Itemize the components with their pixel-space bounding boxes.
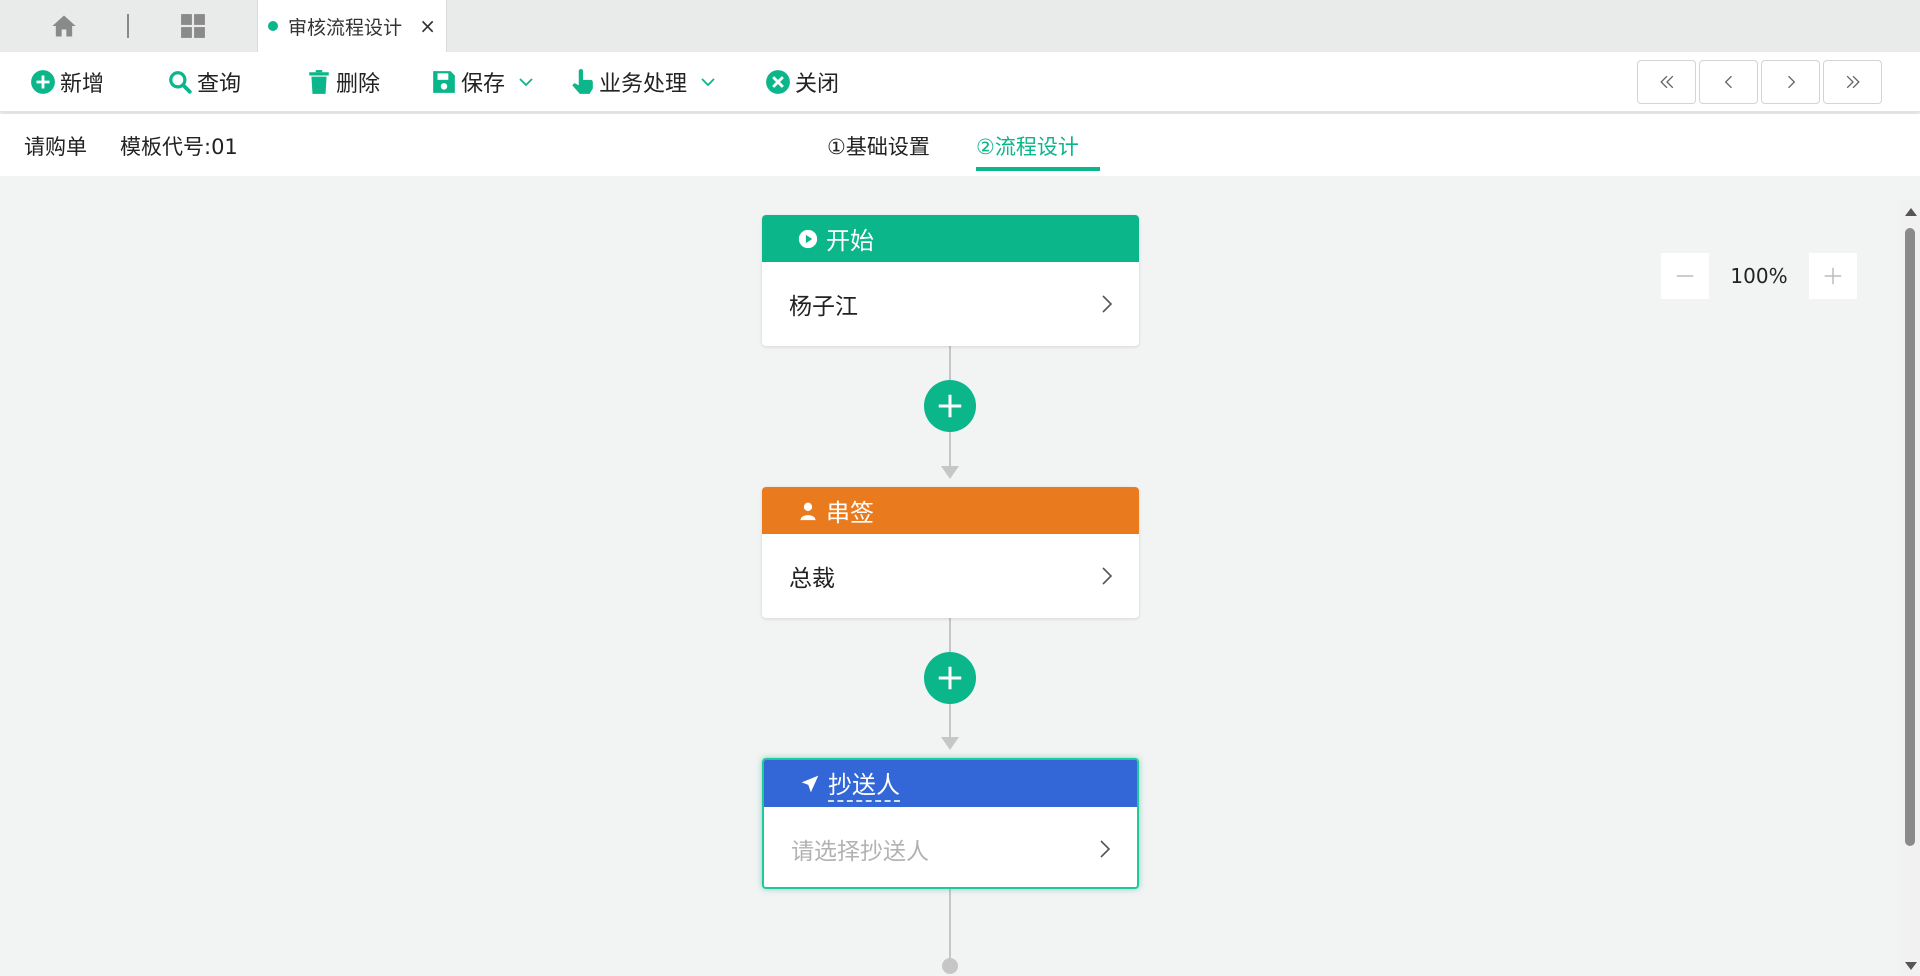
first-page-button[interactable]: [1637, 60, 1696, 104]
connector-line: [949, 888, 951, 960]
plus-icon: [938, 666, 962, 690]
pager: [1637, 60, 1882, 104]
template-code: 模板代号:01: [120, 135, 238, 159]
search-icon: [169, 71, 192, 94]
approval-node-body[interactable]: 总裁: [762, 534, 1139, 618]
approval-node-header: 串签: [762, 487, 1139, 534]
tab-separator: [127, 14, 129, 38]
hand-pointer-icon: [572, 69, 593, 94]
scroll-down-arrow[interactable]: [1905, 962, 1917, 970]
next-page-button[interactable]: [1761, 60, 1820, 104]
approval-node[interactable]: 串签 总裁: [762, 487, 1139, 618]
business-process-button[interactable]: 业务处理: [569, 66, 721, 98]
last-page-button[interactable]: [1823, 60, 1882, 104]
tab-audit-flow-design[interactable]: 审核流程设计 ×: [257, 0, 447, 52]
prev-page-button[interactable]: [1699, 60, 1758, 104]
last-page-icon: [1846, 75, 1860, 89]
tab-active-dot: [268, 21, 278, 31]
scrollbar-thumb[interactable]: [1905, 228, 1915, 846]
step-basic-settings[interactable]: ①基础设置: [827, 131, 930, 161]
approver-name: 总裁: [789, 566, 835, 592]
first-page-icon: [1659, 75, 1673, 89]
plus-circle-icon: [31, 70, 55, 94]
scroll-up-arrow[interactable]: [1905, 208, 1917, 216]
business-process-label: 业务处理: [599, 72, 688, 97]
info-row: 请购单 模板代号:01 ①基础设置 ②流程设计: [0, 114, 1920, 176]
delete-label: 删除: [336, 72, 381, 97]
cc-node-title[interactable]: 抄送人: [828, 765, 900, 802]
tab-label: 审核流程设计: [288, 16, 403, 39]
prev-page-icon: [1724, 75, 1732, 89]
initiator-name: 杨子江: [789, 294, 858, 320]
user-icon: [800, 502, 816, 520]
zoom-control: 100%: [1661, 253, 1857, 299]
tab-bar: 审核流程设计 ×: [0, 0, 1920, 52]
close-label: 关闭: [795, 72, 840, 97]
approval-node-title: 串签: [826, 499, 874, 527]
trash-icon: [309, 70, 329, 94]
cc-node[interactable]: 抄送人 请选择抄送人: [762, 758, 1139, 889]
query-button[interactable]: 查询: [167, 66, 241, 98]
chevron-right-icon: [1102, 295, 1113, 313]
zoom-in-button[interactable]: [1809, 253, 1857, 299]
toolbar: 新增 查询 删除 保存 业务处理 关闭: [0, 52, 1920, 112]
add-node-button[interactable]: [924, 380, 976, 432]
start-node[interactable]: 开始 杨子江: [762, 215, 1139, 346]
save-label: 保存: [461, 72, 506, 97]
chevron-down-icon[interactable]: [699, 73, 717, 91]
play-circle-icon: [798, 229, 818, 248]
next-page-icon: [1787, 75, 1795, 89]
close-circle-icon: [766, 70, 790, 94]
cc-placeholder: 请选择抄送人: [791, 839, 929, 865]
vertical-scrollbar[interactable]: [1900, 200, 1920, 976]
send-icon: [801, 775, 819, 792]
close-button[interactable]: 关闭: [765, 66, 839, 98]
plus-icon: [938, 394, 962, 418]
grid-icon[interactable]: [180, 13, 206, 39]
start-node-body[interactable]: 杨子江: [762, 262, 1139, 346]
cc-node-header: 抄送人: [764, 760, 1137, 807]
home-icon[interactable]: [50, 12, 78, 40]
chevron-right-icon: [1102, 567, 1113, 585]
connector-arrow: [941, 737, 959, 750]
query-label: 查询: [197, 72, 242, 97]
document-type: 请购单: [24, 135, 87, 159]
add-node-button[interactable]: [924, 652, 976, 704]
save-icon: [433, 71, 455, 93]
zoom-out-button[interactable]: [1661, 253, 1709, 299]
save-button[interactable]: 保存: [431, 66, 539, 98]
add-label: 新增: [60, 72, 105, 97]
minus-icon: [1676, 275, 1694, 277]
cc-node-body[interactable]: 请选择抄送人: [764, 807, 1137, 887]
chevron-down-icon[interactable]: [517, 73, 535, 91]
close-tab-icon[interactable]: ×: [419, 16, 436, 36]
end-dot: [942, 958, 958, 974]
plus-icon: [1824, 267, 1842, 285]
chevron-right-icon: [1100, 840, 1111, 858]
start-node-header: 开始: [762, 215, 1139, 262]
delete-button[interactable]: 删除: [306, 66, 380, 98]
zoom-value: 100%: [1730, 264, 1788, 288]
add-button[interactable]: 新增: [30, 66, 104, 98]
step-flow-design[interactable]: ②流程设计: [976, 131, 1100, 171]
start-node-title: 开始: [826, 227, 874, 255]
connector-arrow: [941, 466, 959, 479]
